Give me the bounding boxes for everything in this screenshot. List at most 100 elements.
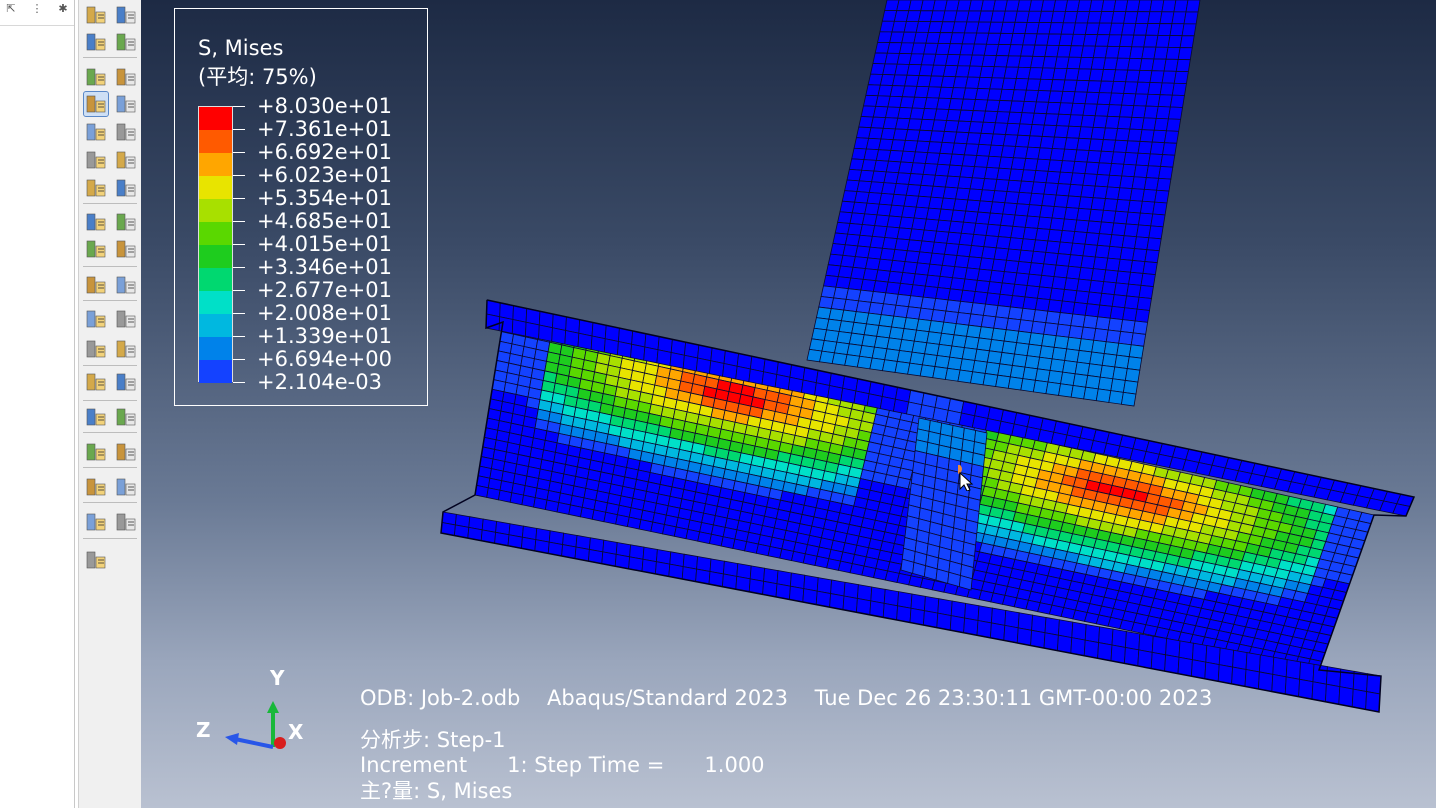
- legend-tick: [233, 198, 245, 199]
- legend-swatch: [199, 176, 232, 199]
- tree-filter-icon[interactable]: ⋮: [30, 2, 44, 16]
- mesh-element: [1183, 11, 1199, 25]
- mesh-element: [1134, 308, 1150, 323]
- xy-data-icon[interactable]: [84, 237, 108, 261]
- symbol-options-icon[interactable]: [114, 92, 138, 116]
- probe-options-icon[interactable]: [114, 337, 138, 361]
- mesh-element: [1123, 152, 1139, 166]
- mesh-element: [1107, 174, 1123, 189]
- mesh-element: [982, 303, 999, 318]
- mesh-element: [1064, 348, 1080, 363]
- mesh-element: [1155, 106, 1171, 120]
- path-options-icon[interactable]: [114, 307, 138, 331]
- mesh-element: [1062, 360, 1078, 375]
- mesh-element: [1113, 210, 1129, 225]
- sketch-edit-icon[interactable]: [84, 548, 108, 572]
- mesh-element: [1218, 647, 1235, 668]
- mesh-element: [1109, 234, 1125, 248]
- mesh-element: [1152, 201, 1168, 216]
- mesh-element: [1131, 34, 1147, 48]
- mesh-element: [1039, 205, 1055, 219]
- mesh-element: [1059, 230, 1076, 244]
- contour-icon[interactable]: [84, 65, 108, 89]
- stream-icon[interactable]: [84, 370, 108, 394]
- mesh-element: [1092, 115, 1108, 129]
- isosurface-options-icon[interactable]: [114, 510, 138, 534]
- legend-swatch: [199, 153, 232, 176]
- material-orientation-options-icon[interactable]: [114, 120, 138, 144]
- deformed-shape-options-icon[interactable]: [114, 30, 138, 54]
- mesh-element: [1041, 193, 1057, 207]
- legend-value: +6.692e+01: [257, 140, 392, 164]
- mesh-element: [1065, 195, 1082, 209]
- mesh-element: [959, 358, 976, 373]
- mesh-element: [1034, 368, 1051, 383]
- mesh-element: [1115, 199, 1131, 213]
- material-orientation-icon[interactable]: [84, 120, 108, 144]
- animate-time-history-options-icon[interactable]: [114, 176, 138, 200]
- view-cut-options-icon[interactable]: [114, 440, 138, 464]
- mesh-element: [774, 374, 791, 391]
- isosurface-icon[interactable]: [84, 510, 108, 534]
- mesh-element: [1090, 126, 1106, 140]
- mesh-element: [1160, 154, 1176, 168]
- free-body-icon[interactable]: [84, 475, 108, 499]
- mesh-element: [1112, 366, 1128, 381]
- mesh-element: [1117, 46, 1133, 59]
- animate-time-history-icon[interactable]: [84, 176, 108, 200]
- contour-options-icon[interactable]: [114, 65, 138, 89]
- mesh-element: [577, 332, 593, 350]
- mesh-element: [1068, 183, 1084, 198]
- animate-scale-icon[interactable]: [84, 210, 108, 234]
- mesh-element: [1071, 621, 1087, 641]
- xy-table-options-icon[interactable]: [114, 273, 138, 297]
- mesh-element: [1136, 296, 1152, 311]
- tree-back-icon[interactable]: ⇱: [4, 2, 18, 16]
- toolbox-separator: [83, 467, 137, 468]
- step-info-line: 分析步: Step-1: [360, 728, 506, 752]
- mesh-element: [947, 356, 963, 371]
- mesh-element: [951, 334, 968, 349]
- mesh-element: [1082, 314, 1099, 329]
- mesh-element: [1145, 93, 1161, 107]
- deformed-shape-icon[interactable]: [84, 30, 108, 54]
- mesh-element: [1020, 378, 1036, 393]
- mesh-element: [1058, 383, 1074, 398]
- mesh-element: [1044, 616, 1060, 636]
- mesh-element: [1131, 176, 1147, 190]
- mesh-element: [988, 339, 1005, 353]
- free-body-options-icon[interactable]: [114, 475, 138, 499]
- display-group-options-icon[interactable]: [114, 405, 138, 429]
- path-icon[interactable]: [84, 307, 108, 331]
- legend-value: +3.346e+01: [257, 255, 392, 279]
- query-numbering-icon[interactable]: [84, 3, 108, 27]
- contour-legend[interactable]: S, Mises (平均: 75%) +8.030e+01 +7.361e+01 +…: [174, 8, 428, 406]
- stream-options-icon[interactable]: [114, 370, 138, 394]
- animate-scale-options-icon[interactable]: [114, 210, 138, 234]
- display-group-icon[interactable]: [84, 405, 108, 429]
- mesh-element: [1171, 82, 1187, 96]
- mesh-element: [1062, 148, 1078, 162]
- mesh-element: [1163, 58, 1179, 72]
- mesh-element: [1101, 281, 1117, 296]
- mesh-element: [1151, 635, 1168, 656]
- mesh-element: [1014, 272, 1030, 286]
- mesh-element: [1018, 249, 1034, 264]
- mesh-element: [521, 494, 536, 508]
- animate-icon[interactable]: [84, 148, 108, 172]
- probe-icon[interactable]: [84, 337, 108, 361]
- symbol-icon[interactable]: [83, 91, 109, 117]
- xy-data-options-icon[interactable]: [114, 237, 138, 261]
- graphics-viewport[interactable]: S, Mises (平均: 75%) +8.030e+01 +7.361e+01 +…: [141, 0, 1436, 808]
- mesh-element: [1120, 319, 1136, 334]
- mesh-element: [866, 393, 883, 410]
- view-cut-icon[interactable]: [84, 440, 108, 464]
- mesh-element: [990, 607, 1007, 626]
- mesh-element: [970, 302, 987, 316]
- mesh-element: [1060, 371, 1076, 386]
- query-numbering-options-icon[interactable]: [114, 3, 138, 27]
- lightbulb-icon[interactable]: ✱: [56, 2, 70, 16]
- animate-options-icon[interactable]: [114, 148, 138, 172]
- mesh-element: [1148, 225, 1164, 240]
- xy-table-icon[interactable]: [84, 273, 108, 297]
